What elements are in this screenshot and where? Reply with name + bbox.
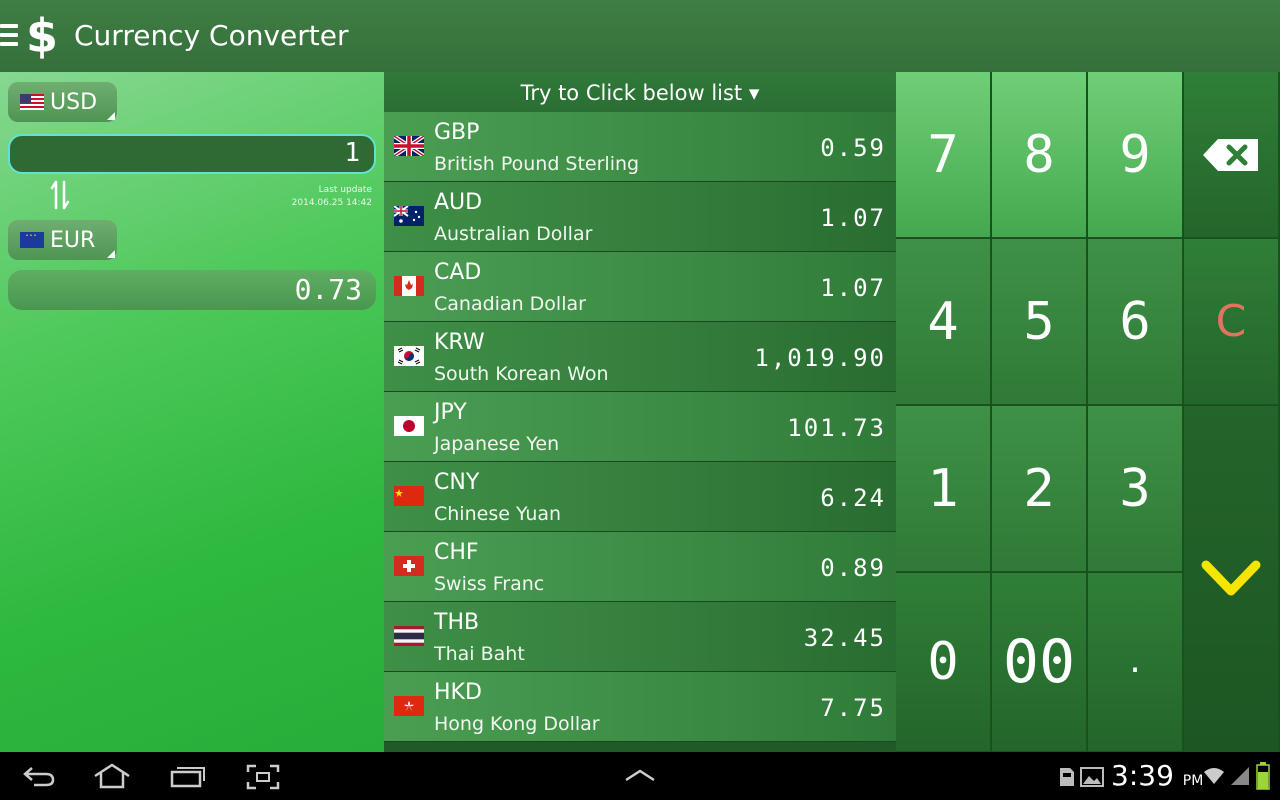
swap-icon[interactable] [50, 180, 70, 210]
currency-name: British Pound Sterling [434, 153, 640, 175]
clock: 3:39 PM [1111, 758, 1203, 799]
currency-row-cad[interactable]: CAD Canadian Dollar 1.07 [384, 252, 896, 322]
currency-row-hkd[interactable]: HKD Hong Kong Dollar 7.75 [384, 672, 896, 742]
app-title: Currency Converter [74, 19, 349, 52]
currency-value: 101.73 [787, 414, 886, 442]
key-3[interactable]: 3 [1088, 406, 1183, 572]
us-flag-icon [20, 94, 44, 110]
result-display: 0.73 [8, 270, 376, 310]
last-update-label: Last update [318, 185, 372, 195]
currency-code: GBP [434, 120, 480, 145]
currency-code: CHF [434, 540, 479, 565]
currency-code: CNY [434, 470, 480, 495]
ca-flag-icon [394, 276, 424, 296]
currency-name: South Korean Won [434, 363, 609, 385]
from-currency-button[interactable]: USD [8, 82, 117, 122]
clock-ampm: PM [1182, 773, 1204, 789]
sd-card-icon [1060, 768, 1074, 786]
currency-name: Japanese Yen [434, 433, 560, 455]
currency-row-aud[interactable]: AUD Australian Dollar 1.07 [384, 182, 896, 252]
signal-icon [1231, 767, 1249, 785]
key-9[interactable]: 9 [1088, 72, 1183, 238]
currency-row-cny[interactable]: CNY Chinese Yuan 6.24 [384, 462, 896, 532]
key-5[interactable]: 5 [992, 239, 1087, 405]
converter-panel: USD 1 Last update 2014.06.25 14:42 EUR 0… [0, 72, 384, 752]
currency-code: CAD [434, 260, 482, 285]
hk-flag-icon [394, 696, 424, 716]
action-bar: $ Currency Converter [0, 0, 1280, 72]
backspace-icon [1203, 138, 1258, 171]
system-bar: 3:39 PM [0, 752, 1280, 800]
wifi-icon [1204, 768, 1224, 784]
currency-value: 6.24 [820, 484, 886, 512]
currency-code: AUD [434, 190, 483, 215]
jp-flag-icon [394, 416, 424, 436]
keypad: 7 8 9 4 5 6 C 1 2 3 0 00 . [896, 72, 1280, 752]
back-icon[interactable] [22, 764, 56, 788]
last-update-value: 2014.06.25 14:42 [291, 198, 372, 208]
gb-flag-icon [394, 136, 424, 156]
currency-name: Australian Dollar [434, 223, 593, 245]
checkmark-icon [1201, 560, 1261, 595]
currency-value: 1.07 [820, 204, 886, 232]
currency-row-krw[interactable]: KRW South Korean Won 1,019.90 [384, 322, 896, 392]
key-6[interactable]: 6 [1088, 239, 1183, 405]
currency-value: 1.07 [820, 274, 886, 302]
recent-apps-icon[interactable] [170, 764, 206, 788]
from-currency-label: USD [50, 89, 98, 115]
key-0[interactable]: 0 [896, 573, 991, 752]
key-1[interactable]: 1 [896, 406, 991, 572]
key-00[interactable]: 00 [992, 573, 1087, 752]
key-8[interactable]: 8 [992, 72, 1087, 238]
to-currency-label: EUR [50, 227, 96, 253]
currency-value: 7.75 [820, 694, 886, 722]
currency-name: Thai Baht [434, 643, 525, 665]
currency-row-jpy[interactable]: JPY Japanese Yen 101.73 [384, 392, 896, 462]
eu-flag-icon [20, 228, 44, 248]
currency-code: THB [434, 610, 480, 635]
dollar-icon[interactable]: $ [26, 6, 58, 66]
kr-flag-icon [394, 346, 424, 366]
key-7[interactable]: 7 [896, 72, 991, 238]
gallery-icon [1080, 767, 1104, 787]
ch-flag-icon [394, 556, 424, 576]
last-update: Last update 2014.06.25 14:42 [292, 184, 372, 210]
currency-name: Chinese Yuan [434, 503, 562, 525]
currency-row-chf[interactable]: CHF Swiss Franc 0.89 [384, 532, 896, 602]
confirm-button[interactable] [1184, 406, 1279, 752]
currency-code: JPY [434, 400, 467, 425]
currency-code: HKD [434, 680, 482, 705]
currency-value: 0.89 [820, 554, 886, 582]
currency-list: Try to Click below list ▾ GBP British Pou… [384, 72, 896, 752]
currency-value: 1,019.90 [754, 344, 886, 372]
currency-value: 32.45 [803, 624, 886, 652]
backspace-button[interactable] [1184, 72, 1279, 238]
key-dot[interactable]: . [1088, 573, 1183, 752]
menu-icon[interactable] [0, 24, 18, 50]
chevron-up-icon[interactable] [624, 768, 656, 782]
currency-row-thb[interactable]: THB Thai Baht 32.45 [384, 602, 896, 672]
au-flag-icon [394, 206, 424, 226]
battery-icon [1256, 762, 1270, 790]
cn-flag-icon [394, 486, 424, 506]
amount-input[interactable]: 1 [8, 134, 376, 174]
currency-row-gbp[interactable]: GBP British Pound Sterling 0.59 [384, 112, 896, 182]
currency-name: Canadian Dollar [434, 293, 586, 315]
th-flag-icon [394, 626, 424, 646]
to-currency-button[interactable]: EUR [8, 220, 117, 260]
currency-code: KRW [434, 330, 485, 355]
clear-button[interactable]: C [1184, 239, 1279, 405]
currency-value: 0.59 [820, 134, 886, 162]
currency-name: Hong Kong Dollar [434, 713, 600, 735]
key-2[interactable]: 2 [992, 406, 1087, 572]
list-header[interactable]: Try to Click below list ▾ [384, 72, 896, 112]
screenshot-icon[interactable] [246, 764, 280, 790]
clock-time: 3:39 [1111, 759, 1174, 792]
home-icon[interactable] [92, 762, 132, 790]
key-4[interactable]: 4 [896, 239, 991, 405]
currency-name: Swiss Franc [434, 573, 545, 595]
